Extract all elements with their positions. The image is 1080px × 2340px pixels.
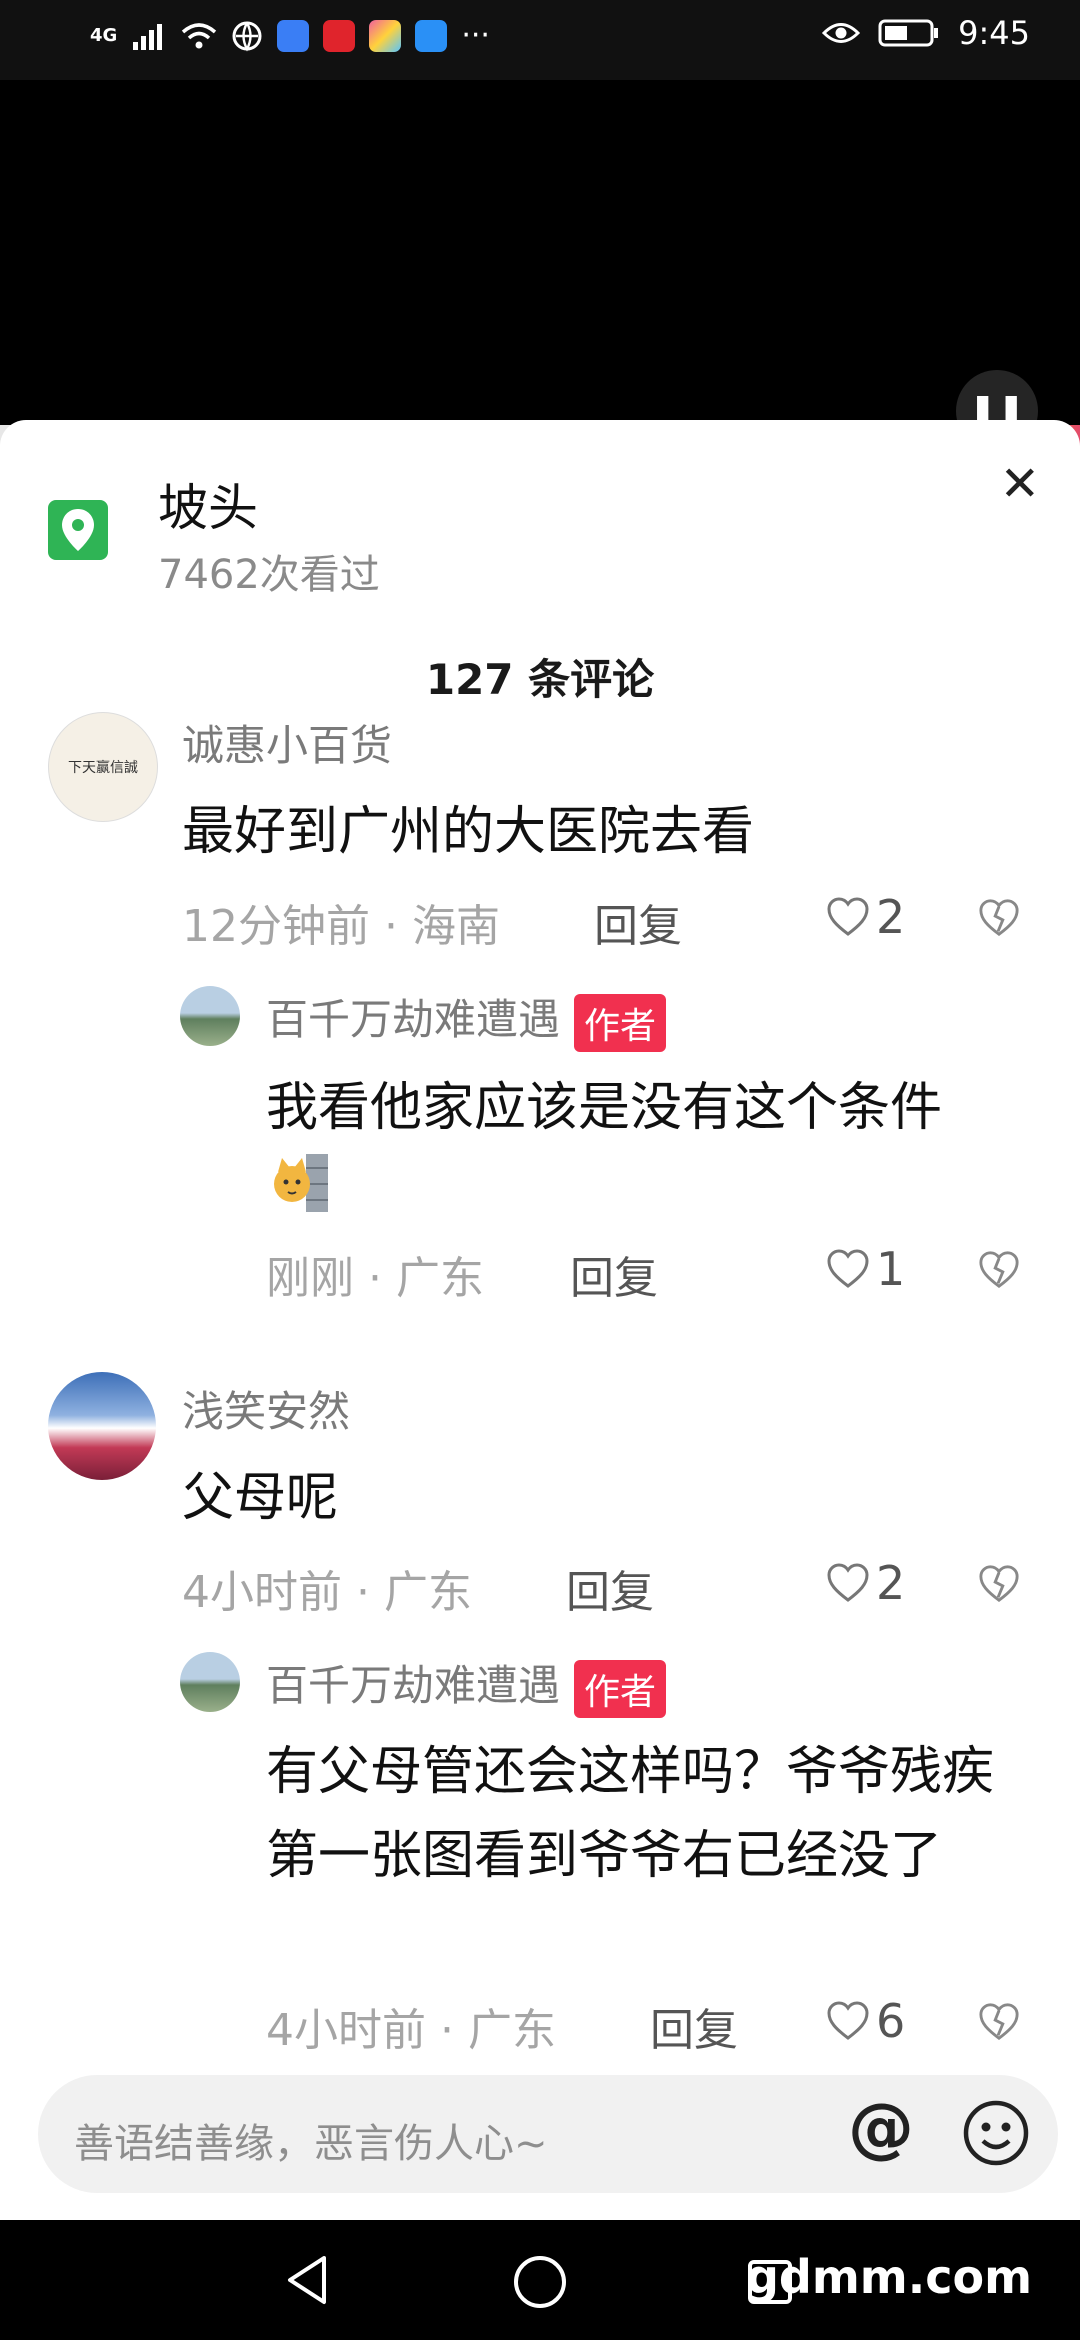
music-app-icon (277, 19, 310, 52)
comment-input-placeholder: 善语结善缘，恶言伤人心~ (74, 2121, 548, 2167)
status-bar: 4G ··· 9:45 (0, 0, 1080, 80)
reply-time: 4小时前 (266, 2005, 426, 2056)
system-nav-bar: gdmm.com (0, 2220, 1080, 2340)
comment-username[interactable]: 诚惠小百货 (182, 712, 392, 773)
network-type: 4G (90, 25, 118, 46)
dislike-icon[interactable] (978, 1564, 1020, 1604)
map-pin-icon[interactable] (48, 500, 108, 560)
reply-avatar[interactable] (180, 1652, 240, 1712)
comment-time: 4小时前 (182, 1567, 342, 1618)
author-badge: 作者 (574, 993, 667, 1052)
reply-meta: 刚刚 · 广东 (266, 1253, 484, 1304)
avatar[interactable] (48, 1372, 156, 1480)
reply-text: 我看他家应该是没有这个条件 (266, 1078, 943, 1138)
comment-region: 海南 (411, 901, 500, 952)
comment-sheet: 坡头 7462次看过 ✕ 127 条评论 下天赢信誠 诚惠小百货 最好到广州的大… (0, 420, 1080, 2220)
colorful-app-icon (369, 19, 402, 52)
reply-region: 广东 (467, 2005, 556, 2056)
wifi-icon (182, 22, 217, 48)
like-button[interactable]: 2 (826, 1556, 905, 1610)
comment-text: 父母呢 (182, 1468, 339, 1528)
emoji-icon[interactable] (962, 2099, 1030, 2167)
more-icon: ··· (461, 18, 490, 53)
home-icon[interactable] (512, 2254, 568, 2310)
reply-text: 有父母管还会这样吗？爷爷残疾第一张图看到爷爷右已经没了 (266, 1742, 995, 1886)
author-badge: 作者 (574, 1659, 667, 1718)
cat-peeking-emoji (274, 1154, 328, 1212)
location-title[interactable]: 坡头 (158, 468, 258, 540)
reply-button[interactable]: 回复 (650, 1994, 738, 2058)
comment-meta: 12分钟前 · 海南 (182, 901, 500, 952)
dislike-icon[interactable] (978, 1250, 1020, 1290)
status-right: 9:45 (822, 14, 1030, 52)
reply-button[interactable]: 回复 (594, 890, 682, 954)
video-player[interactable]: ❚❚ (0, 80, 1080, 505)
weather-app-icon (415, 19, 448, 52)
avatar-text: 下天赢信誠 (68, 760, 138, 776)
reply-username-text: 百千万劫难遭遇 (266, 995, 561, 1044)
dislike-icon[interactable] (978, 898, 1020, 938)
reply-username[interactable]: 百千万劫难遭遇 作者 (266, 986, 667, 1052)
comment-region: 广东 (383, 1567, 472, 1618)
like-count: 6 (876, 1994, 906, 2048)
red-app-icon (323, 19, 356, 52)
comment-time: 12分钟前 (182, 901, 370, 952)
clock: 9:45 (958, 14, 1030, 52)
reply-button[interactable]: 回复 (566, 1556, 654, 1620)
reply-time: 刚刚 (266, 1253, 354, 1304)
avatar[interactable]: 下天赢信誠 (48, 712, 158, 822)
close-button[interactable]: ✕ (1000, 460, 1040, 508)
eye-icon (822, 23, 861, 43)
battery-icon (878, 19, 939, 47)
reply-button[interactable]: 回复 (570, 1242, 658, 1306)
location-views: 7462次看过 (158, 552, 380, 598)
dislike-icon[interactable] (978, 2002, 1020, 2042)
like-count: 2 (876, 1556, 906, 1610)
globe-icon (232, 21, 262, 52)
reply-avatar[interactable] (180, 986, 240, 1046)
comment-count: 127 条评论 (425, 655, 655, 704)
comment-text: 最好到广州的大医院去看 (182, 802, 755, 862)
reply-meta: 4小时前 · 广东 (266, 2005, 556, 2056)
watermark: gdmm.com (746, 2250, 1032, 2304)
status-left: 4G ··· (90, 18, 490, 53)
reply-username[interactable]: 百千万劫难遭遇 作者 (266, 1652, 667, 1718)
heart-icon (827, 1563, 869, 1602)
like-count: 2 (876, 890, 906, 944)
signal-icon (133, 23, 163, 50)
like-button[interactable]: 1 (826, 1242, 905, 1296)
mention-icon[interactable]: @ (848, 2095, 914, 2161)
like-button[interactable]: 2 (826, 890, 905, 944)
comment-meta: 4小时前 · 广东 (182, 1567, 472, 1618)
like-count: 1 (876, 1242, 906, 1296)
reply-username-text: 百千万劫难遭遇 (266, 1661, 561, 1710)
comment-username[interactable]: 浅笑安然 (182, 1378, 350, 1439)
like-button[interactable]: 6 (826, 1994, 905, 2048)
comment-input[interactable]: 善语结善缘，恶言伤人心~ @ (38, 2075, 1058, 2193)
heart-icon (827, 2001, 869, 2040)
back-icon[interactable] (282, 2252, 332, 2308)
close-icon: ✕ (999, 456, 1040, 512)
reply-region: 广东 (395, 1253, 484, 1304)
heart-icon (827, 1249, 869, 1288)
heart-icon (827, 897, 869, 936)
